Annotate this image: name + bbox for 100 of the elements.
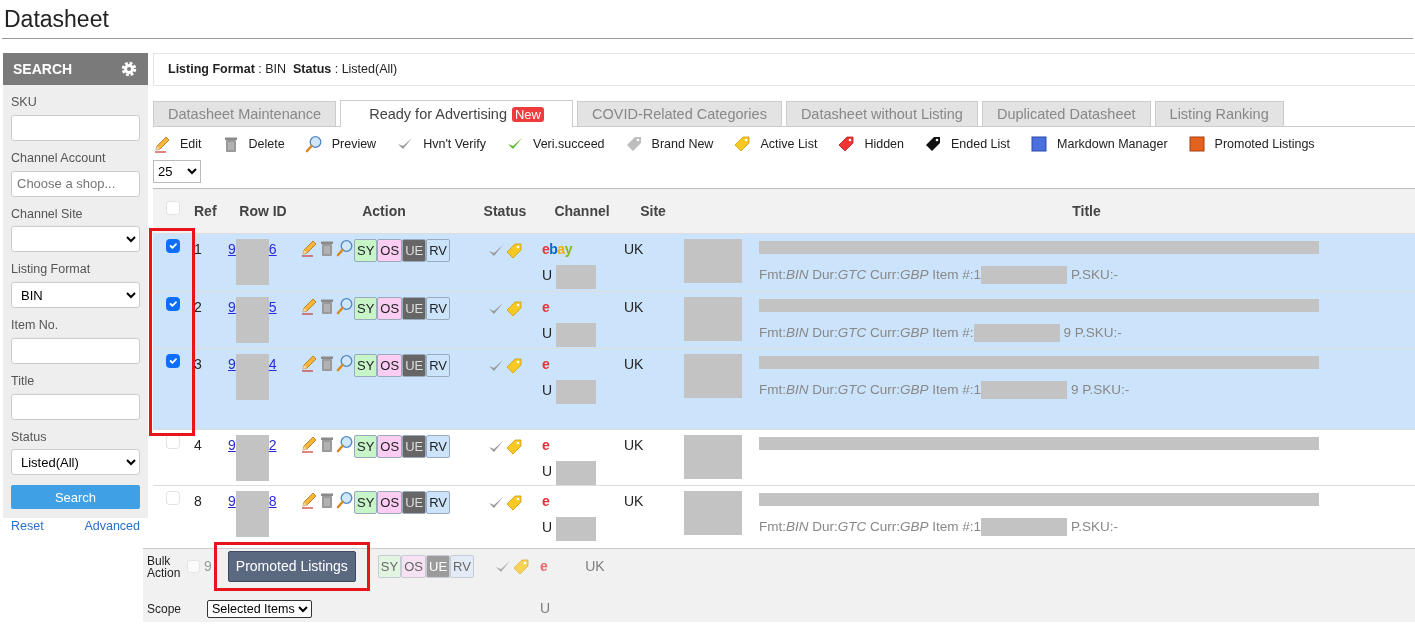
- action-tag[interactable]: RV: [426, 491, 451, 515]
- ref-number: 1: [194, 241, 202, 258]
- dropdown[interactable]: Listed(All): [11, 449, 140, 476]
- column-header: Site: [640, 202, 666, 219]
- site-code: UK: [624, 493, 644, 510]
- legend-label: Active List: [760, 136, 818, 153]
- field-label: Item No.: [11, 317, 60, 334]
- action-tag[interactable]: OS: [377, 491, 403, 515]
- site-code: UK: [624, 437, 644, 454]
- tab[interactable]: Ready for Advertising New: [340, 100, 573, 127]
- row-id-link[interactable]: 9: [228, 491, 236, 538]
- row-id-link[interactable]: 4: [268, 354, 277, 401]
- action-tag[interactable]: SY: [354, 435, 378, 459]
- action-tag[interactable]: RV: [426, 354, 451, 378]
- action-tag[interactable]: RV: [426, 435, 451, 459]
- channel-logo: ebay: [542, 240, 574, 260]
- promoted-listings-button[interactable]: Promoted Listings: [227, 551, 356, 583]
- row-id-link[interactable]: 6: [268, 239, 277, 286]
- row-id-link[interactable]: 9: [228, 435, 236, 482]
- field-label: SKU: [11, 94, 38, 111]
- action-tag[interactable]: RV: [450, 555, 474, 579]
- action-tag[interactable]: OS: [377, 354, 403, 378]
- channel-logo: e: [539, 557, 548, 577]
- row-id-link[interactable]: 2: [268, 435, 277, 482]
- row-id-link[interactable]: 9: [228, 239, 236, 286]
- action-tag[interactable]: SY: [354, 297, 378, 321]
- site-code: UK: [624, 241, 644, 258]
- column-header: Ref: [194, 202, 217, 219]
- field-label: Status: [11, 428, 48, 446]
- action-tag[interactable]: RV: [426, 239, 451, 263]
- action-tag[interactable]: OS: [377, 435, 403, 459]
- row-id-link[interactable]: 9: [228, 354, 236, 401]
- field-label: Title: [11, 372, 36, 390]
- site-code: UK: [585, 557, 605, 577]
- column-header: Action: [362, 202, 406, 219]
- action-tag[interactable]: SY: [354, 239, 378, 263]
- site-code: UK: [624, 299, 644, 316]
- channel-logo: e: [542, 298, 551, 318]
- ref-number: 4: [194, 437, 202, 454]
- ref-number: 2: [194, 299, 202, 316]
- listing-details: 9 P.SKU:-: [1063, 324, 1122, 343]
- listing-details: P.SKU:-: [1071, 518, 1119, 537]
- legend-label: Promoted Listings: [1214, 136, 1315, 153]
- dropdown[interactable]: BIN: [11, 282, 140, 308]
- filter-summary: Listing Format : BIN Status : Listed(All): [168, 61, 398, 79]
- action-tag[interactable]: SY: [354, 491, 378, 515]
- page-title: Datasheet: [4, 5, 110, 34]
- column-header: Row ID: [239, 202, 287, 219]
- channel-logo: e: [542, 355, 551, 375]
- action-tag[interactable]: SY: [377, 555, 402, 579]
- site-code: UK: [624, 356, 644, 373]
- legend-label: Edit: [180, 136, 202, 153]
- row-id-link[interactable]: 8: [268, 491, 277, 538]
- legend-label: Hidden: [864, 136, 904, 153]
- action-tag[interactable]: UE: [402, 491, 427, 515]
- input-field[interactable]: Choose a shop...: [11, 170, 140, 197]
- column-header: Status: [483, 202, 527, 219]
- scope-label: Scope: [147, 602, 183, 615]
- advanced-link[interactable]: Advanced: [84, 517, 140, 536]
- column-header: Title: [1072, 202, 1101, 219]
- account-name: U: [540, 599, 551, 619]
- ref-number: 8: [194, 493, 202, 510]
- legend-label: Markdown Manager: [1057, 136, 1168, 153]
- account-name: U: [542, 266, 553, 286]
- action-tag[interactable]: OS: [401, 555, 426, 579]
- action-tag[interactable]: UE: [402, 354, 427, 378]
- column-header: Channel: [554, 202, 610, 219]
- field-label: Channel Site: [11, 205, 84, 223]
- action-tag[interactable]: OS: [377, 239, 403, 263]
- channel-logo: e: [542, 436, 551, 456]
- scope-select[interactable]: Selected Items: [207, 599, 312, 618]
- legend-label: Delete: [248, 136, 285, 153]
- legend-label: Brand New: [651, 136, 714, 153]
- panel-title: SEARCH: [13, 59, 73, 79]
- row-id-link[interactable]: 5: [268, 297, 277, 344]
- listing-details: Fmt:BIN Dur:GTC Curr:GBP Item #:: [759, 324, 974, 343]
- account-name: U: [542, 381, 553, 401]
- row-id-link[interactable]: 9: [228, 297, 236, 344]
- account-name: U: [542, 324, 553, 344]
- legend-label: Veri.succeed: [533, 136, 605, 153]
- ref-number: 9: [204, 557, 212, 577]
- field-label: Listing Format: [11, 261, 92, 279]
- action-tag[interactable]: SY: [354, 354, 378, 378]
- field-label: Channel Account: [11, 149, 107, 167]
- new-badge: New: [512, 107, 544, 122]
- listing-details: Fmt:BIN Dur:GTC Curr:GBP Item #:1: [759, 518, 982, 537]
- bulk-action-label: Bulk Action: [147, 554, 182, 579]
- legend-label: Hvn't Verify: [423, 136, 486, 153]
- listing-details: Fmt:BIN Dur:GTC Curr:GBP Item #:1: [759, 381, 982, 400]
- action-tag[interactable]: OS: [377, 297, 403, 321]
- ref-number: 3: [194, 356, 202, 373]
- page-size-select[interactable]: 25: [153, 159, 201, 183]
- action-tag[interactable]: UE: [402, 239, 427, 263]
- legend-label: Preview: [331, 136, 377, 153]
- account-name: U: [542, 462, 553, 482]
- reset-link[interactable]: Reset: [11, 517, 44, 536]
- action-tag[interactable]: RV: [426, 297, 451, 321]
- action-tag[interactable]: UE: [402, 297, 427, 321]
- action-tag[interactable]: UE: [402, 435, 427, 459]
- channel-logo: e: [542, 492, 551, 512]
